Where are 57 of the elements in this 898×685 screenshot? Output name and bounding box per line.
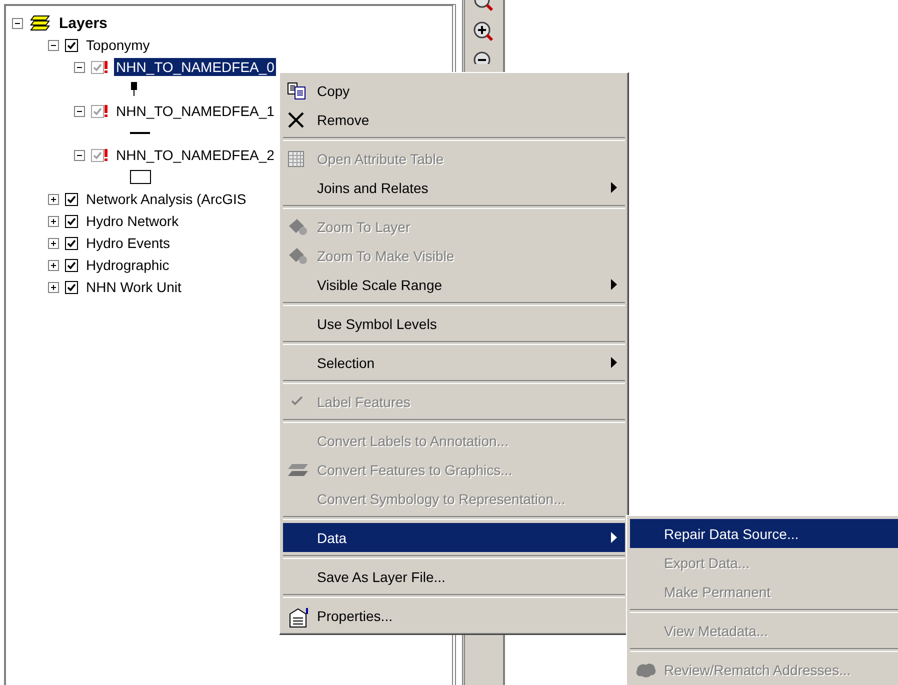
- collapse-icon[interactable]: [12, 18, 23, 28]
- layers-icon: [287, 461, 311, 479]
- collapse-icon[interactable]: [74, 106, 85, 116]
- delete-icon: [287, 111, 305, 129]
- properties-icon: [287, 607, 311, 629]
- expand-icon[interactable]: [48, 282, 59, 292]
- expand-icon[interactable]: [48, 260, 59, 270]
- group-layer-label[interactable]: Hydro Network: [84, 212, 181, 230]
- group-layer-label[interactable]: NHN Work Unit: [84, 278, 184, 296]
- checkbox[interactable]: [65, 214, 78, 228]
- collapse-icon[interactable]: [48, 40, 59, 50]
- check-icon: [291, 396, 303, 406]
- submenu-arrow-icon: [611, 279, 617, 290]
- group-layer-label[interactable]: Network Analysis (ArcGIS: [84, 190, 248, 208]
- submenu-arrow-icon: [611, 532, 617, 543]
- menu-item[interactable]: Use Symbol Levels: [283, 309, 625, 338]
- expand-icon[interactable]: [48, 194, 59, 204]
- layer-label[interactable]: NHN_TO_NAMEDFEA_1: [114, 102, 276, 120]
- zoom-in-icon[interactable]: [472, 0, 496, 14]
- line-symbol: [130, 132, 150, 134]
- layer-zoom-icon: [287, 218, 309, 236]
- collapse-icon[interactable]: [74, 150, 85, 160]
- menu-item[interactable]: Visible Scale Range: [283, 270, 625, 299]
- layer-label[interactable]: NHN_TO_NAMEDFEA_0: [114, 58, 276, 76]
- checkbox[interactable]: [91, 148, 104, 162]
- copy-icon: [287, 82, 307, 100]
- checkbox[interactable]: [91, 60, 104, 74]
- checkbox[interactable]: [65, 258, 78, 272]
- pushpin-icon: [130, 82, 138, 96]
- menu-item[interactable]: Properties...: [283, 601, 625, 630]
- root-label[interactable]: Layers: [57, 14, 110, 32]
- expand-icon[interactable]: [48, 238, 59, 248]
- group-layer-label[interactable]: Hydro Events: [84, 234, 172, 252]
- layer-label[interactable]: NHN_TO_NAMEDFEA_2: [114, 146, 276, 164]
- menu-item[interactable]: Save As Layer File...: [283, 562, 625, 591]
- menu-item[interactable]: Copy: [283, 76, 625, 105]
- zoom-in-icon[interactable]: [472, 20, 496, 44]
- collapse-icon[interactable]: [74, 62, 85, 72]
- group-layer-label[interactable]: Hydrographic: [84, 256, 172, 274]
- polygon-symbol: [130, 170, 151, 184]
- menu-item[interactable]: Data: [283, 523, 625, 552]
- checkbox[interactable]: [65, 236, 78, 250]
- checkbox[interactable]: [65, 280, 78, 294]
- menu-item[interactable]: Repair Data Source...: [630, 519, 898, 548]
- menu-item[interactable]: Selection: [283, 348, 625, 377]
- submenu-arrow-icon: [611, 182, 617, 193]
- layers-icon: [29, 14, 51, 32]
- group-layer-label[interactable]: Toponymy: [84, 36, 152, 54]
- checkbox[interactable]: [65, 38, 78, 52]
- checkbox[interactable]: [91, 104, 104, 118]
- submenu-arrow-icon: [611, 357, 617, 368]
- table-icon: [287, 150, 305, 168]
- menu-item[interactable]: Remove: [283, 105, 625, 134]
- menu-item[interactable]: Joins and Relates: [283, 173, 625, 202]
- layer-zoom-icon: [287, 247, 309, 265]
- checkbox[interactable]: [65, 192, 78, 206]
- expand-icon[interactable]: [48, 216, 59, 226]
